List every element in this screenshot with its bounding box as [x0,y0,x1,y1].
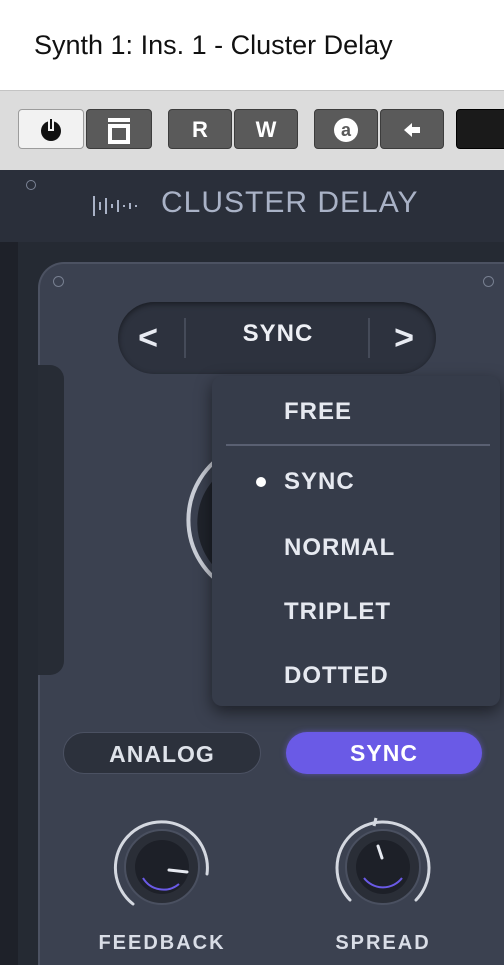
a-circle-icon: a [334,118,358,142]
write-automation-button[interactable]: W [234,109,298,149]
auto-button[interactable]: a [314,109,378,149]
analog-mode-button[interactable]: ANALOG [63,732,261,774]
screw-icon [53,276,64,287]
toolbar-slot[interactable] [456,109,504,149]
status-led [26,180,36,190]
window-title: Synth 1: Ins. 1 - Cluster Delay [34,30,393,60]
menu-item-triplet[interactable]: TRIPLET [284,598,391,626]
bypass-icon [108,118,130,144]
write-automation-label: W [255,117,277,142]
selected-bullet-icon [256,477,266,487]
time-mode-dropdown: FREE SYNC NORMAL TRIPLET DOTTED [212,376,500,706]
sync-mode-button[interactable]: SYNC [286,732,482,774]
window-titlebar: Synth 1: Ins. 1 - Cluster Delay [0,0,504,90]
arrow-button[interactable] [380,109,444,149]
prev-mode-button[interactable]: < [126,316,170,360]
bypass-button[interactable] [86,109,152,149]
side-strip [38,365,64,675]
plugin-header: CLUSTER DELAY [0,170,504,242]
spread-label: SPREAD [335,932,431,954]
selector-divider [368,318,370,358]
host-toolbar: R W a [0,90,504,171]
time-mode-value: SYNC [242,320,314,347]
next-mode-button[interactable]: > [382,316,426,360]
waveform-icon [93,196,137,216]
power-button[interactable] [18,109,84,149]
read-automation-button[interactable]: R [168,109,232,149]
menu-item-free[interactable]: FREE [284,398,352,426]
time-mode-selector[interactable]: < SYNC > [118,302,436,374]
feedback-knob[interactable] [107,812,217,922]
svg-text:a: a [341,120,352,140]
power-icon [41,117,61,141]
menu-item-dotted[interactable]: DOTTED [284,662,389,690]
arrow-left-icon [404,123,420,137]
selector-divider [184,318,186,358]
menu-item-normal[interactable]: NORMAL [284,534,395,562]
plugin-name: CLUSTER DELAY [161,186,419,219]
screw-icon [483,276,494,287]
feedback-label: FEEDBACK [98,932,226,954]
menu-divider [226,444,490,446]
spread-knob[interactable] [328,812,438,922]
read-automation-label: R [192,117,208,142]
menu-item-sync[interactable]: SYNC [284,468,355,496]
